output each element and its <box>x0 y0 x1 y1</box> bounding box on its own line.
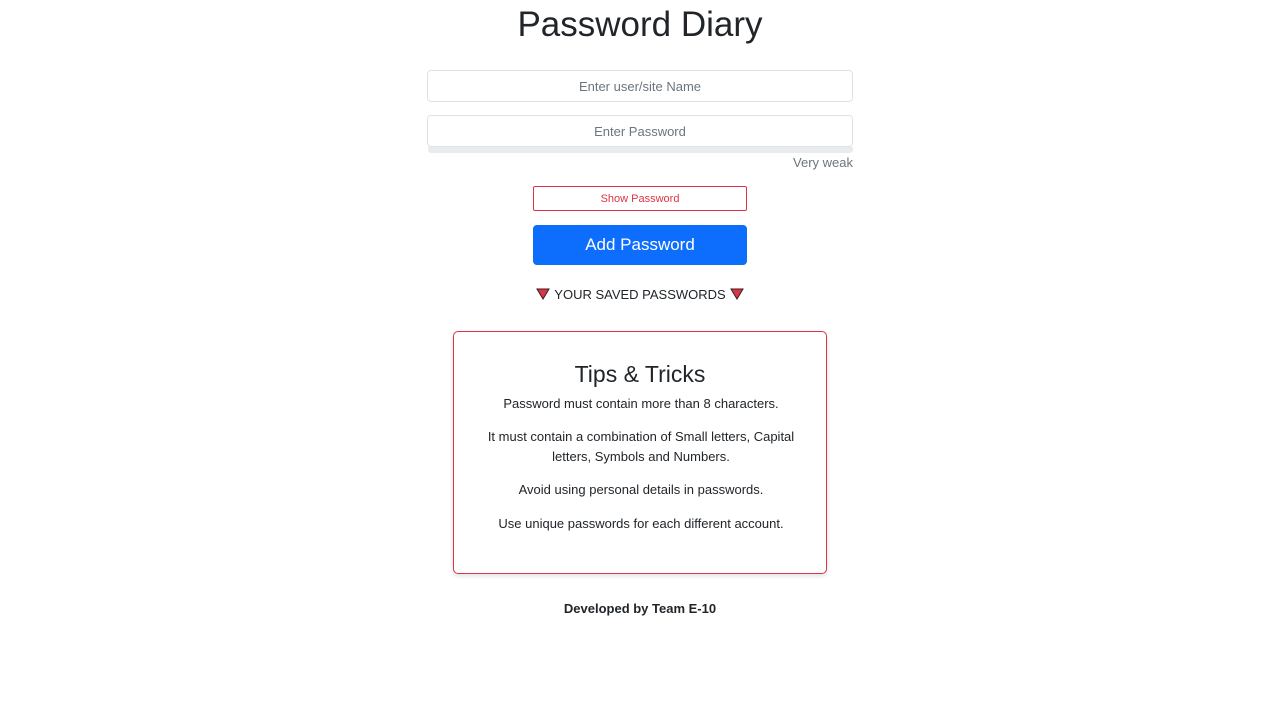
footer-credit: Developed by Team E-10 <box>563 601 717 616</box>
triangle-down-icon <box>729 288 744 300</box>
tip-item: Password must contain more than 8 charac… <box>503 396 779 411</box>
tip-item: Avoid using personal details in password… <box>518 482 764 497</box>
triangle-down-icon <box>536 288 551 300</box>
tips-card: Tips & Tricks Password must contain more… <box>453 331 827 574</box>
saved-passwords-heading: YOUR SAVED PASSWORDS <box>554 287 726 302</box>
page: Password Diary Very weak Show Password A… <box>0 0 1280 720</box>
add-password-button[interactable]: Add Password <box>533 225 747 265</box>
password-input[interactable] <box>427 115 853 147</box>
page-title: Password Diary <box>517 5 763 44</box>
tip-item: Use unique passwords for each different … <box>498 516 784 531</box>
password-strength-meter <box>428 147 853 153</box>
password-strength-label: Very weak <box>793 155 853 170</box>
show-password-button[interactable]: Show Password <box>533 186 747 211</box>
saved-passwords-toggle[interactable]: YOUR SAVED PASSWORDS <box>0 286 1280 304</box>
tip-item: It must contain a combination of Small l… <box>487 429 795 464</box>
user-site-name-input[interactable] <box>427 70 853 102</box>
tips-title: Tips & Tricks <box>574 361 706 387</box>
